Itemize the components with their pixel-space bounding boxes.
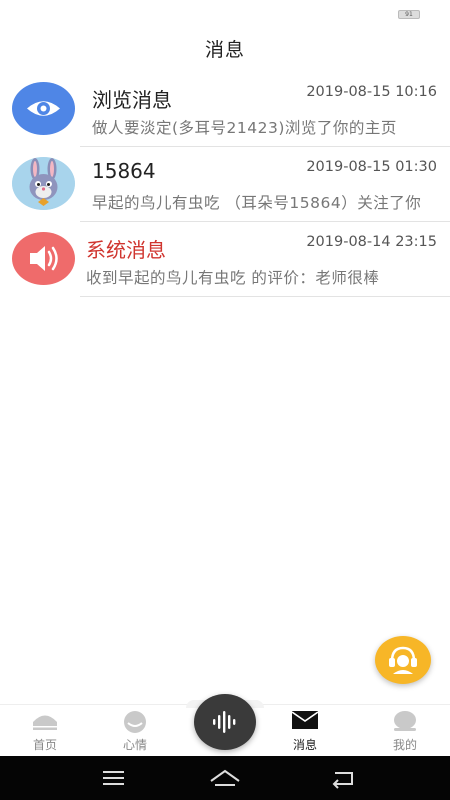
voice-record-button[interactable] bbox=[194, 694, 256, 750]
rabbit-avatar bbox=[12, 157, 75, 210]
battery-icon: 91 bbox=[398, 10, 420, 19]
eye-icon bbox=[12, 82, 75, 135]
customer-service-button[interactable] bbox=[375, 636, 431, 684]
list-item-user-message[interactable]: 15864 2019-08-15 01:30 早起的鸟儿有虫吃 （耳朵号1586… bbox=[0, 147, 450, 222]
divider bbox=[80, 296, 450, 297]
message-time: 2019-08-15 10:16 bbox=[306, 84, 437, 100]
tab-profile[interactable]: 我的 bbox=[365, 705, 445, 757]
home-outline-icon bbox=[210, 769, 240, 786]
message-list: 浏览消息 2019-08-15 10:16 做人要淡定(多耳号21423)浏览了… bbox=[0, 72, 450, 297]
tab-home[interactable]: 首页 bbox=[5, 705, 85, 757]
customer-service-icon bbox=[389, 646, 417, 674]
menu-button[interactable] bbox=[83, 756, 143, 800]
speaker-icon bbox=[12, 232, 75, 285]
mail-icon bbox=[292, 711, 318, 729]
header: 消息 bbox=[0, 28, 450, 72]
list-item-browse-messages[interactable]: 浏览消息 2019-08-15 10:16 做人要淡定(多耳号21423)浏览了… bbox=[0, 72, 450, 147]
message-time: 2019-08-15 01:30 bbox=[306, 159, 437, 175]
tab-label: 首页 bbox=[32, 738, 57, 752]
message-title: 15864 bbox=[92, 159, 156, 183]
status-bar: 91 bbox=[0, 0, 450, 28]
message-preview: 收到早起的鸟儿有虫吃 的评价：老师很棒 bbox=[86, 269, 380, 287]
system-navigation-bar bbox=[0, 756, 450, 800]
system-home-button[interactable] bbox=[195, 756, 255, 800]
tab-label: 我的 bbox=[392, 738, 417, 752]
message-title: 浏览消息 bbox=[92, 88, 172, 112]
tab-mood[interactable]: 心情 bbox=[95, 705, 175, 757]
back-icon bbox=[332, 772, 353, 789]
voice-wave-icon bbox=[213, 711, 236, 733]
tab-messages[interactable]: 消息 bbox=[265, 705, 345, 757]
profile-icon bbox=[394, 711, 416, 731]
message-title: 系统消息 bbox=[86, 238, 166, 262]
list-item-system-messages[interactable]: 系统消息 2019-08-14 23:15 收到早起的鸟儿有虫吃 的评价：老师很… bbox=[0, 222, 450, 297]
message-preview: 做人要淡定(多耳号21423)浏览了你的主页 bbox=[92, 119, 397, 137]
message-preview: 早起的鸟儿有虫吃 （耳朵号15864）关注了你 bbox=[92, 194, 422, 212]
tab-label: 消息 bbox=[292, 738, 317, 752]
menu-icon bbox=[103, 771, 124, 785]
tab-label: 心情 bbox=[122, 738, 147, 752]
mood-icon bbox=[124, 711, 146, 733]
message-time: 2019-08-14 23:15 bbox=[306, 234, 437, 250]
back-button[interactable] bbox=[313, 756, 373, 800]
home-icon bbox=[33, 715, 57, 730]
page-title: 消息 bbox=[204, 39, 245, 61]
